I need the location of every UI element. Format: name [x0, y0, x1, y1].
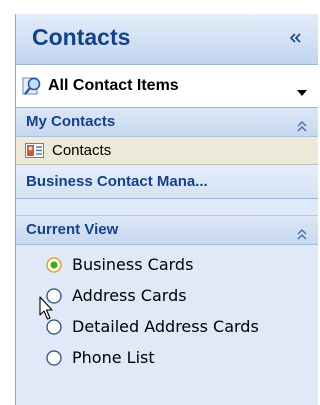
- view-option-label: Detailed Address Cards: [72, 317, 259, 336]
- magnifier-contacts-icon: [22, 75, 44, 97]
- collapse-pane-button[interactable]: [286, 27, 306, 49]
- contacts-view-selector[interactable]: All Contact Items: [16, 65, 318, 108]
- collapse-section-icon[interactable]: [296, 117, 308, 132]
- current-view-header[interactable]: Current View: [16, 216, 318, 245]
- pane-title: Contacts: [32, 24, 131, 50]
- view-option-detailed-address-cards[interactable]: Detailed Address Cards: [16, 311, 318, 342]
- double-chevron-left-icon: [289, 33, 301, 43]
- section-divider: [16, 199, 318, 216]
- current-view-title: Current View: [26, 221, 119, 238]
- view-options-list: Business Cards Address Cards Detailed Ad…: [16, 245, 318, 373]
- dropdown-arrow-icon[interactable]: [296, 82, 308, 96]
- radio-selected-icon[interactable]: [46, 257, 62, 273]
- radio-unselected-icon[interactable]: [46, 350, 62, 366]
- my-contacts-title: My Contacts: [26, 113, 116, 130]
- view-option-business-cards[interactable]: Business Cards: [16, 249, 318, 280]
- folder-item-label: Contacts: [52, 142, 112, 159]
- my-contacts-header[interactable]: My Contacts: [16, 108, 318, 137]
- view-option-label: Address Cards: [72, 286, 187, 305]
- view-option-label: Business Cards: [72, 255, 194, 274]
- view-option-address-cards[interactable]: Address Cards: [16, 280, 318, 311]
- contact-card-icon: [25, 143, 44, 158]
- pane-header: Contacts: [16, 14, 318, 65]
- radio-unselected-icon[interactable]: [46, 319, 62, 335]
- collapse-section-icon[interactable]: [296, 225, 308, 240]
- business-contact-manager-label: Business Contact Mana...: [26, 173, 208, 190]
- navigation-pane: Contacts All Contact Items My Contacts C…: [15, 14, 318, 405]
- selector-label: All Contact Items: [48, 77, 179, 94]
- business-contact-manager-link[interactable]: Business Contact Mana...: [16, 165, 318, 199]
- view-option-phone-list[interactable]: Phone List: [16, 342, 318, 373]
- folder-item-contacts[interactable]: Contacts: [16, 137, 318, 165]
- radio-unselected-icon[interactable]: [46, 288, 62, 304]
- view-option-label: Phone List: [72, 348, 155, 367]
